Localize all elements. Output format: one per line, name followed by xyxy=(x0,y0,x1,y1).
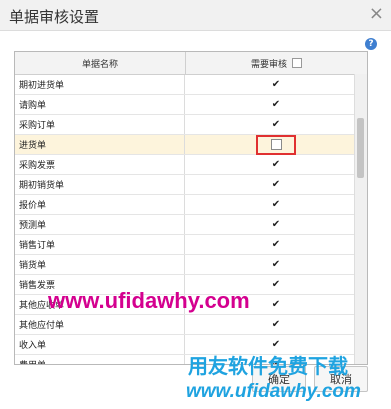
document-name-cell: 报价单 xyxy=(15,195,185,214)
audit-cell: ✔ xyxy=(185,315,367,334)
grid-header: 单据名称 需要审核 xyxy=(15,52,367,75)
document-name-cell: 其他应付单 xyxy=(15,315,185,334)
audit-cell: ✔ xyxy=(185,95,367,114)
scrollbar-thumb[interactable] xyxy=(357,118,364,178)
audit-checkbox-checked[interactable]: ✔ xyxy=(272,259,280,270)
document-name-cell: 销货单 xyxy=(15,255,185,274)
audit-checkbox-checked[interactable]: ✔ xyxy=(272,279,280,290)
audit-checkbox-checked[interactable]: ✔ xyxy=(272,199,280,210)
column-header-name: 单据名称 xyxy=(15,52,186,74)
column-header-audit: 需要审核 xyxy=(186,52,367,74)
audit-cell: ✔ xyxy=(185,255,367,274)
audit-checkbox-checked[interactable]: ✔ xyxy=(272,119,280,130)
audit-checkbox-checked[interactable]: ✔ xyxy=(272,179,280,190)
table-row[interactable]: 其他应付单 ✔ xyxy=(15,315,367,335)
audit-cell: ✔ xyxy=(185,215,367,234)
table-row[interactable]: 报价单 ✔ xyxy=(15,195,367,215)
audit-checkbox-checked[interactable]: ✔ xyxy=(272,319,280,330)
help-icon[interactable]: ? xyxy=(365,38,377,50)
table-row[interactable]: 销货单 ✔ xyxy=(15,255,367,275)
audit-cell: ✔ xyxy=(185,235,367,254)
document-audit-grid: 单据名称 需要审核 期初进货单 ✔ 请购单 ✔ 采购订单 ✔ 进货单 采购发票 ✔ 期初销货单 ✔ 报… xyxy=(14,51,368,365)
table-row[interactable]: 采购发票 ✔ xyxy=(15,155,367,175)
table-row[interactable]: 进货单 xyxy=(15,134,367,155)
audit-cell: ✔ xyxy=(185,115,367,134)
audit-checkbox-checked[interactable]: ✔ xyxy=(272,239,280,250)
dialog-titlebar: 单据审核设置 × xyxy=(0,0,391,31)
audit-checkbox-checked[interactable]: ✔ xyxy=(272,219,280,230)
watermark-brand: 用友软件免费下载 xyxy=(188,356,348,378)
audit-cell: ✔ xyxy=(185,155,367,174)
audit-cell xyxy=(185,134,367,155)
watermark-url-bottom: www.ufidawhy.com xyxy=(186,381,361,402)
document-name-cell: 采购订单 xyxy=(15,115,185,134)
table-row[interactable]: 预测单 ✔ xyxy=(15,215,367,235)
audit-checkbox-checked[interactable]: ✔ xyxy=(272,99,280,110)
audit-checkbox-checked[interactable]: ✔ xyxy=(272,299,280,310)
audit-cell: ✔ xyxy=(185,195,367,214)
column-header-audit-label: 需要审核 xyxy=(250,59,287,70)
table-row[interactable]: 销售订单 ✔ xyxy=(15,235,367,255)
document-name-cell: 采购发票 xyxy=(15,155,185,174)
document-name-cell: 收入单 xyxy=(15,335,185,354)
document-name-cell: 期初销货单 xyxy=(15,175,185,194)
audit-cell: ✔ xyxy=(185,175,367,194)
highlight-box xyxy=(256,134,296,155)
audit-cell: ✔ xyxy=(185,75,367,94)
document-name-cell: 销售订单 xyxy=(15,235,185,254)
table-row[interactable]: 期初销货单 ✔ xyxy=(15,175,367,195)
select-all-checkbox[interactable] xyxy=(292,58,302,68)
audit-checkbox-checked[interactable]: ✔ xyxy=(272,159,280,170)
audit-checkbox-checked[interactable]: ✔ xyxy=(272,339,280,350)
document-name-cell: 请购单 xyxy=(15,95,185,114)
grid-rows: 期初进货单 ✔ 请购单 ✔ 采购订单 ✔ 进货单 采购发票 ✔ 期初销货单 ✔ 报价单 ✔ 预测单 ✔ 销售订… xyxy=(15,75,367,364)
document-name-cell: 进货单 xyxy=(15,135,185,154)
document-name-cell: 期初进货单 xyxy=(15,75,185,94)
watermark-url: www.ufidawhy.com xyxy=(48,288,250,313)
table-row[interactable]: 采购订单 ✔ xyxy=(15,115,367,135)
document-name-cell: 预测单 xyxy=(15,215,185,234)
document-name-cell: 费用单 xyxy=(15,355,185,364)
dialog-title: 单据审核设置 xyxy=(9,8,100,26)
table-row[interactable]: 期初进货单 ✔ xyxy=(15,75,367,95)
vertical-scrollbar[interactable] xyxy=(354,74,367,364)
close-icon[interactable]: × xyxy=(369,3,384,24)
table-row[interactable]: 请购单 ✔ xyxy=(15,95,367,115)
audit-checkbox-checked[interactable]: ✔ xyxy=(272,79,280,90)
